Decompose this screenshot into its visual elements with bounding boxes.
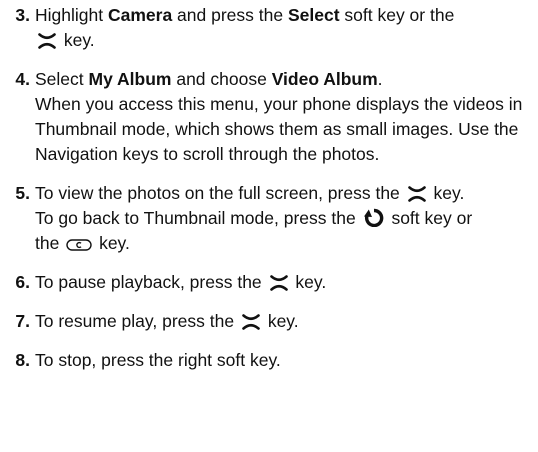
video-album-label: Video Album [271,69,378,89]
ok-key-icon [241,314,261,330]
instruction-steps: 3. Highlight Camera and press the Select… [0,3,532,373]
step-text: Highlight Camera and press the Select so… [35,5,455,50]
step-text: To stop, press the right soft key. [35,350,281,370]
step-number: 7. [15,311,30,331]
step-number: 8. [15,350,30,370]
ok-key-icon [269,275,289,291]
step-text: To pause playback, press the key. [35,272,327,292]
step-7: 7. To resume play, press the key. [0,309,532,334]
ok-key-icon [37,33,57,49]
select-label: Select [287,5,340,25]
my-album-label: My Album [88,69,172,89]
step-text: To resume play, press the key. [35,311,299,331]
step-number: 3. [15,5,30,25]
step-text: To view the photos on the full screen, p… [35,183,473,253]
step-5: 5. To view the photos on the full screen… [0,181,532,256]
ok-key-icon [407,186,427,202]
step-number: 5. [15,183,30,203]
step-6: 6. To pause playback, press the key. [0,270,532,295]
camera-label: Camera [107,5,173,25]
step-4: 4. Select My Album and choose Video Albu… [0,67,532,167]
step-description: When you access this menu, your phone di… [35,94,523,164]
back-softkey-icon [363,207,385,227]
step-3: 3. Highlight Camera and press the Select… [0,3,532,53]
step-number: 4. [15,69,30,89]
manual-page: 3. Highlight Camera and press the Select… [0,0,538,452]
step-number: 6. [15,272,30,292]
step-8: 8. To stop, press the right soft key. [0,348,532,373]
step-text: Select My Album and choose Video Album. … [35,69,523,164]
clear-key-icon [66,238,92,252]
